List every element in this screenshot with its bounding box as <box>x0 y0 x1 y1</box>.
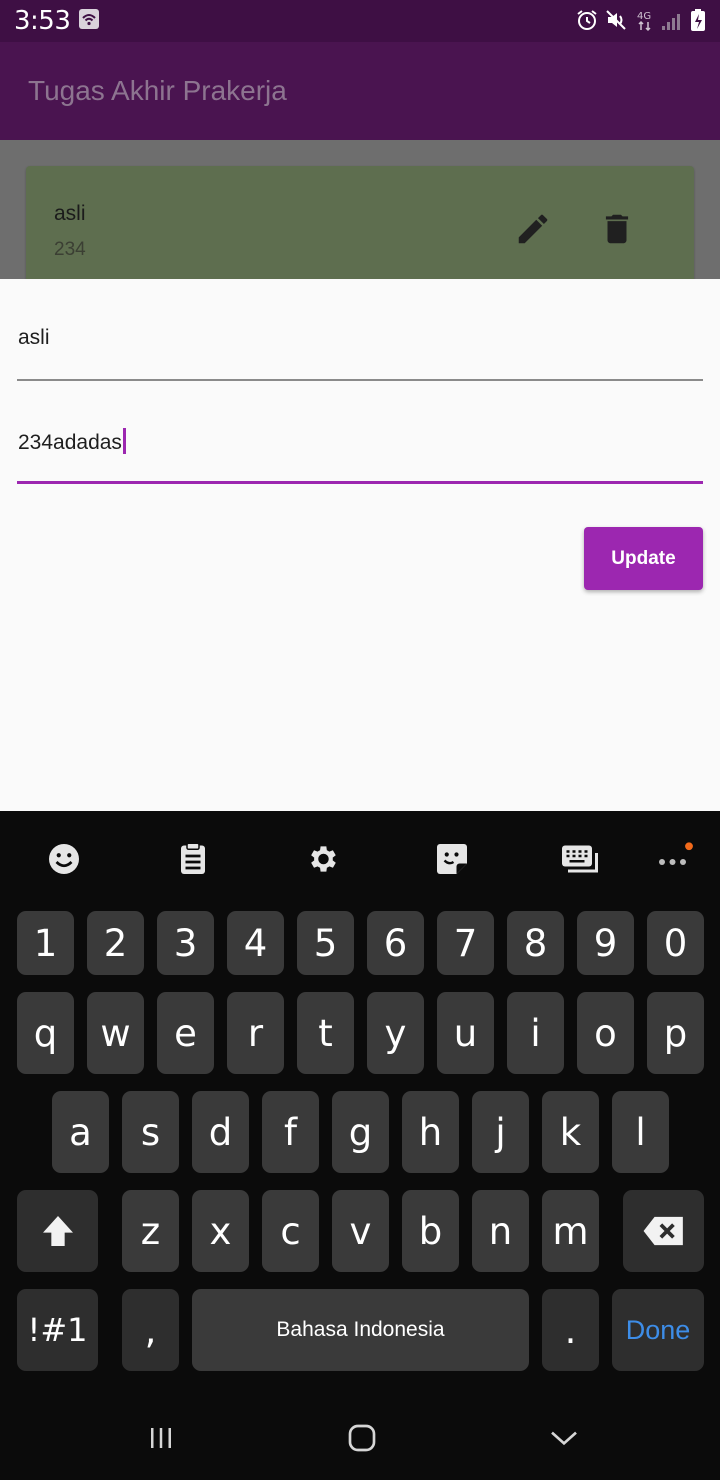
sticker-icon[interactable] <box>430 837 474 881</box>
key-i[interactable]: i <box>507 992 564 1074</box>
description-field-value: 234adadas <box>18 431 122 454</box>
delete-icon[interactable] <box>598 210 636 248</box>
edit-icon[interactable] <box>514 210 552 248</box>
description-field-underline <box>17 481 703 484</box>
key-r[interactable]: r <box>227 992 284 1074</box>
alarm-icon <box>575 8 599 37</box>
key-4[interactable]: 4 <box>227 911 284 975</box>
wifi-icon <box>78 8 100 35</box>
key-7[interactable]: 7 <box>437 911 494 975</box>
svg-text:4G: 4G <box>637 11 651 22</box>
key-0[interactable]: 0 <box>647 911 704 975</box>
emoji-icon[interactable] <box>42 837 86 881</box>
done-key[interactable]: Done <box>612 1289 704 1371</box>
key-w[interactable]: w <box>87 992 144 1074</box>
key-j[interactable]: j <box>472 1091 529 1173</box>
key-v[interactable]: v <box>332 1190 389 1272</box>
app-bar: Tugas Akhir Prakerja <box>0 42 720 140</box>
key-d[interactable]: d <box>192 1091 249 1173</box>
key-a[interactable]: a <box>52 1091 109 1173</box>
title-field[interactable]: asli <box>17 322 703 382</box>
key-t[interactable]: t <box>297 992 354 1074</box>
keyboard: 1 2 3 4 5 6 7 8 9 0 q w e r t y u i o p … <box>0 811 720 1480</box>
signal-icon <box>660 10 684 37</box>
key-2[interactable]: 2 <box>87 911 144 975</box>
home-icon[interactable] <box>342 1418 382 1458</box>
settings-icon[interactable] <box>300 837 344 881</box>
key-e[interactable]: e <box>157 992 214 1074</box>
backspace-key[interactable] <box>623 1190 704 1272</box>
more-icon[interactable] <box>652 837 696 881</box>
update-button[interactable]: Update <box>584 527 703 590</box>
key-5[interactable]: 5 <box>297 911 354 975</box>
key-x[interactable]: x <box>192 1190 249 1272</box>
key-h[interactable]: h <box>402 1091 459 1173</box>
key-c[interactable]: c <box>262 1190 319 1272</box>
backspace-icon <box>643 1216 683 1246</box>
key-o[interactable]: o <box>577 992 634 1074</box>
key-9[interactable]: 9 <box>577 911 634 975</box>
status-time: 3:53 <box>14 6 71 36</box>
shift-key[interactable] <box>17 1190 98 1272</box>
key-u[interactable]: u <box>437 992 494 1074</box>
key-f[interactable]: f <box>262 1091 319 1173</box>
title-field-value: asli <box>18 326 50 349</box>
key-8[interactable]: 8 <box>507 911 564 975</box>
key-k[interactable]: k <box>542 1091 599 1173</box>
list-item[interactable]: asli 234 <box>26 166 694 296</box>
status-bar: 3:53 4G <box>0 0 720 42</box>
key-z[interactable]: z <box>122 1190 179 1272</box>
comma-key[interactable]: , <box>122 1289 179 1371</box>
app-title: Tugas Akhir Prakerja <box>28 75 287 106</box>
key-l[interactable]: l <box>612 1091 669 1173</box>
period-key[interactable]: . <box>542 1289 599 1371</box>
description-field-text: 234adadas <box>18 428 126 455</box>
4g-icon: 4G <box>636 10 656 37</box>
key-6[interactable]: 6 <box>367 911 424 975</box>
description-field[interactable]: 234adadas <box>17 424 703 484</box>
list-item-title: asli <box>54 202 86 225</box>
key-b[interactable]: b <box>402 1190 459 1272</box>
keyboard-icon[interactable] <box>558 837 602 881</box>
key-3[interactable]: 3 <box>157 911 214 975</box>
list-item-subtitle: 234 <box>54 239 86 260</box>
text-cursor <box>122 428 126 454</box>
key-p[interactable]: p <box>647 992 704 1074</box>
title-field-underline <box>17 379 703 381</box>
shift-icon <box>42 1216 73 1246</box>
space-key[interactable]: Bahasa Indonesia <box>192 1289 529 1371</box>
key-q[interactable]: q <box>17 992 74 1074</box>
key-y[interactable]: y <box>367 992 424 1074</box>
symbols-key[interactable]: !#1 <box>17 1289 98 1371</box>
key-g[interactable]: g <box>332 1091 389 1173</box>
back-chevron-icon[interactable] <box>544 1418 584 1458</box>
recents-icon[interactable] <box>141 1418 181 1458</box>
clipboard-icon[interactable] <box>171 837 215 881</box>
key-s[interactable]: s <box>122 1091 179 1173</box>
mute-icon <box>604 8 628 37</box>
key-1[interactable]: 1 <box>17 911 74 975</box>
key-m[interactable]: m <box>542 1190 599 1272</box>
key-n[interactable]: n <box>472 1190 529 1272</box>
battery-icon <box>690 8 706 37</box>
